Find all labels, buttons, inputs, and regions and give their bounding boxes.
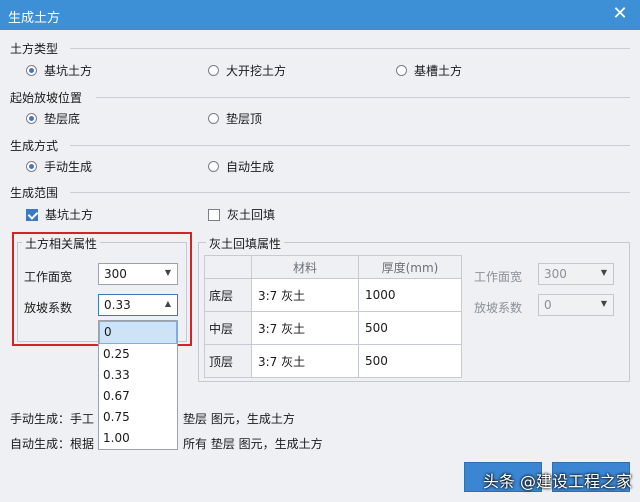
divider — [70, 48, 630, 49]
radio-slope-bottom[interactable]: 垫层底 — [26, 110, 80, 127]
earth-slope-select[interactable]: 0.33 ▲ — [98, 294, 178, 316]
dropdown-option[interactable]: 1.00 — [99, 428, 177, 449]
row-header: 底层 — [204, 278, 252, 312]
chevron-down-icon: ▼ — [600, 299, 607, 308]
table-header-row: 材料 厚度(mm) — [204, 255, 462, 279]
fill-props-title: 灰土回填属性 — [206, 235, 285, 252]
dropdown-option[interactable]: 0.25 — [99, 344, 177, 365]
earth-slope-label: 放坡系数 — [24, 301, 73, 315]
column-header: 厚度(mm) — [358, 255, 462, 279]
row-header: 中层 — [204, 311, 252, 345]
fill-slope-label: 放坡系数 — [474, 301, 523, 315]
earth-width-select[interactable]: 300 ▼ — [98, 263, 178, 285]
checkbox-range-fill[interactable]: 灰土回填 — [208, 206, 275, 223]
note-auto-prefix: 自动生成：根据 — [10, 437, 95, 451]
dropdown-option[interactable]: 0.33 — [99, 365, 177, 386]
checkbox-icon — [208, 208, 220, 221]
table-row: 底层 3:7 灰土 1000 — [204, 278, 462, 312]
section-method-label: 生成方式 — [10, 139, 59, 153]
table-row: 顶层 3:7 灰土 500 — [204, 344, 462, 378]
material-cell[interactable]: 3:7 灰土 — [251, 344, 359, 378]
radio-slope-top[interactable]: 垫层顶 — [208, 110, 262, 127]
dropdown-option[interactable]: 0.75 — [99, 407, 177, 428]
table-row: 中层 3:7 灰土 500 — [204, 311, 462, 345]
divider — [96, 97, 630, 98]
chevron-down-icon: ▼ — [164, 268, 171, 277]
radio-selected-icon — [26, 65, 37, 76]
radio-icon — [208, 113, 219, 124]
chevron-down-icon: ▼ — [600, 268, 607, 277]
material-cell[interactable]: 3:7 灰土 — [251, 311, 359, 345]
fill-layers-table: 材料 厚度(mm) 底层 3:7 灰土 1000 中层 3:7 灰土 500 顶… — [204, 255, 462, 378]
section-type-label: 土方类型 — [10, 42, 59, 56]
radio-type-trench[interactable]: 基槽土方 — [396, 62, 462, 79]
checkbox-range-pit[interactable]: 基坑土方 — [26, 206, 93, 223]
thickness-cell[interactable]: 500 — [358, 311, 462, 345]
note-manual-prefix: 手动生成：手工 — [10, 412, 95, 426]
fill-slope-select: 0 ▼ — [538, 294, 614, 316]
dropdown-option[interactable]: 0 — [99, 321, 177, 344]
watermark-text: 头条 @建设工程之家 — [482, 472, 632, 491]
radio-selected-icon — [26, 161, 37, 172]
fill-width-select: 300 ▼ — [538, 263, 614, 285]
radio-type-excavation[interactable]: 大开挖土方 — [208, 62, 286, 79]
radio-type-pit[interactable]: 基坑土方 — [26, 62, 92, 79]
radio-icon — [396, 65, 407, 76]
material-cell[interactable]: 3:7 灰土 — [251, 278, 359, 312]
radio-method-manual[interactable]: 手动生成 — [26, 158, 92, 175]
window-title: 生成土方 — [8, 11, 61, 26]
radio-icon — [208, 161, 219, 172]
divider — [70, 192, 630, 193]
chevron-up-icon: ▲ — [164, 299, 171, 308]
section-slope-label: 起始放坡位置 — [10, 91, 83, 105]
thickness-cell[interactable]: 1000 — [358, 278, 462, 312]
divider — [70, 145, 630, 146]
section-range-label: 生成范围 — [10, 186, 59, 200]
radio-selected-icon — [26, 113, 37, 124]
column-header: 材料 — [251, 255, 359, 279]
note-manual-suffix: 垫层 图元，生成土方 — [183, 412, 295, 426]
fill-width-label: 工作面宽 — [474, 270, 523, 284]
earth-width-label: 工作面宽 — [24, 270, 73, 284]
row-header: 顶层 — [204, 344, 252, 378]
title-bar: 生成土方 ✕ — [0, 0, 640, 30]
checkbox-checked-icon — [26, 208, 38, 221]
dropdown-option[interactable]: 0.67 — [99, 386, 177, 407]
radio-icon — [208, 65, 219, 76]
close-icon[interactable]: ✕ — [610, 4, 630, 24]
earth-props-title: 土方相关属性 — [22, 235, 101, 252]
thickness-cell[interactable]: 500 — [358, 344, 462, 378]
radio-method-auto[interactable]: 自动生成 — [208, 158, 274, 175]
slope-dropdown-list: 0 0.25 0.33 0.67 0.75 1.00 — [98, 320, 178, 450]
note-auto-suffix: 所有 垫层 图元，生成土方 — [183, 437, 323, 451]
